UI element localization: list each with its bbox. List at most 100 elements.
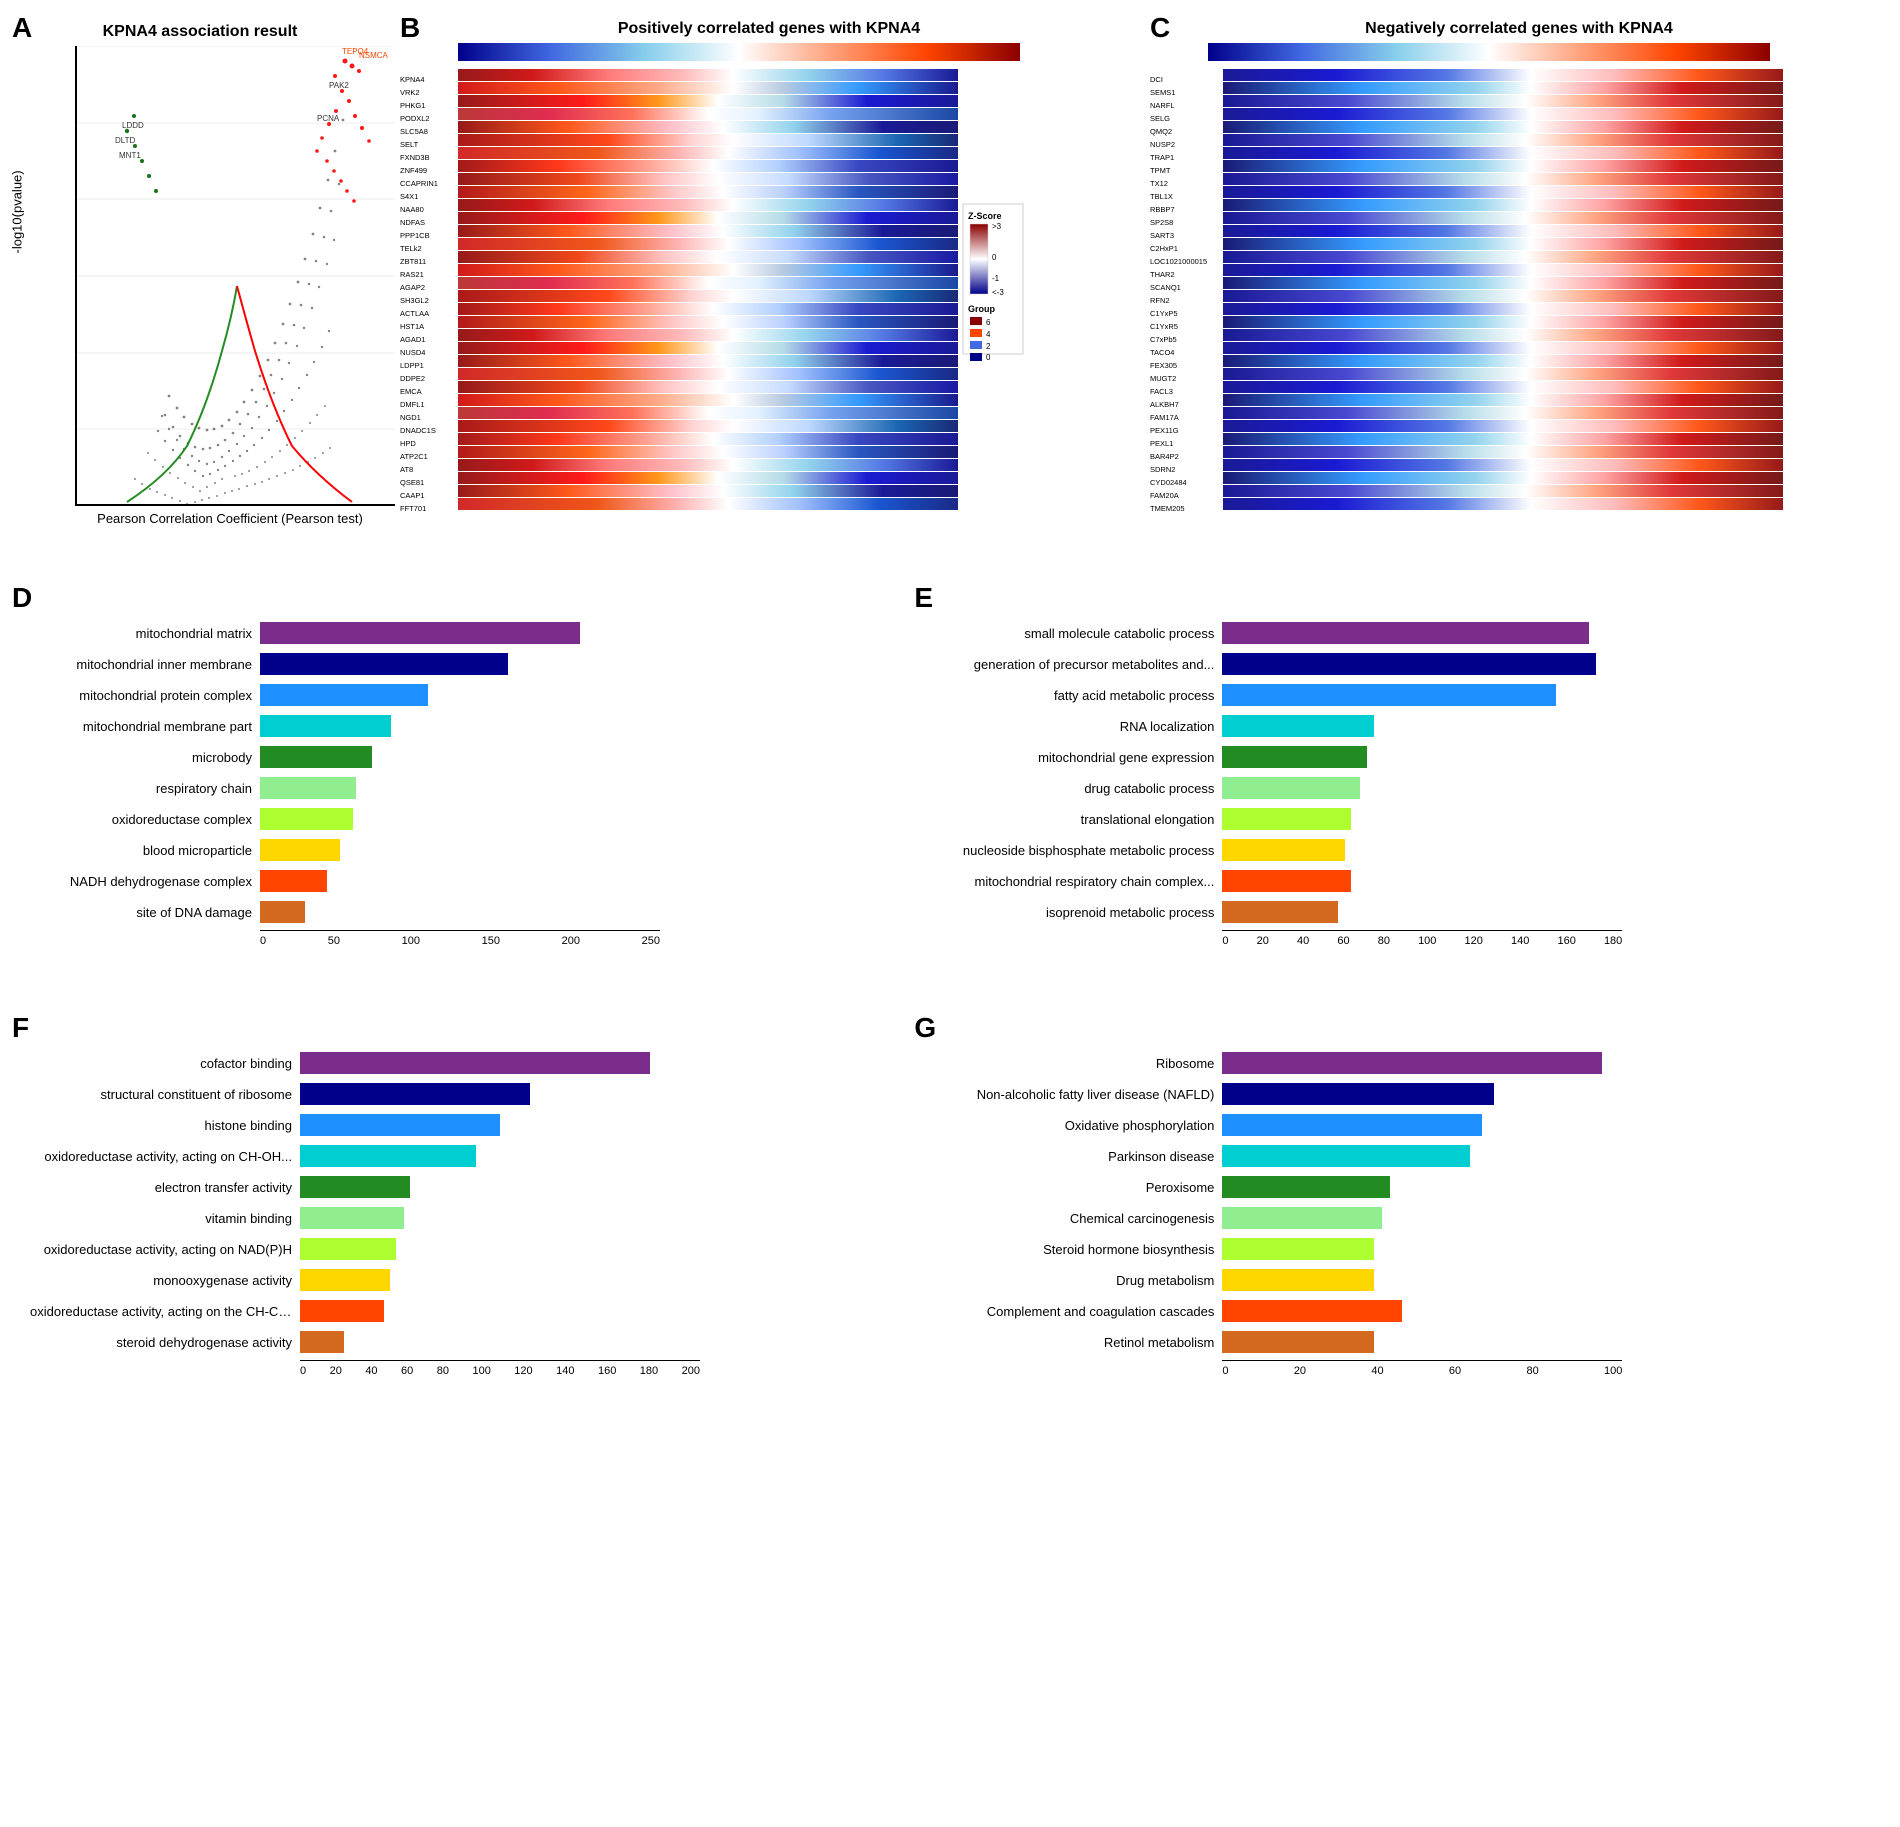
bar-label-F-9: steroid dehydrogenase activity (30, 1335, 300, 1350)
panel-e-label: E (914, 582, 933, 614)
svg-text:CAAP1: CAAP1 (400, 491, 425, 500)
bar-D-0 (260, 622, 580, 644)
bar-D-6 (260, 808, 353, 830)
bar-label-E-8: mitochondrial respiratory chain complex.… (932, 874, 1222, 889)
bar-G-8 (1222, 1300, 1402, 1322)
bar-row-F-7: monooxygenase activity (30, 1267, 902, 1293)
volcano-x-label: Pearson Correlation Coefficient (Pearson… (70, 511, 390, 526)
bar-row-E-3: RNA localization (932, 713, 1880, 739)
axis-tick: 100 (402, 935, 420, 947)
bar-row-G-0: Ribosome (932, 1050, 1880, 1076)
bar-D-7 (260, 839, 340, 861)
bar-label-E-3: RNA localization (932, 719, 1222, 734)
svg-text:0: 0 (986, 353, 991, 362)
svg-text:SLC5A8: SLC5A8 (400, 127, 428, 136)
axis-tick: 80 (437, 1365, 449, 1377)
svg-text:HST1A: HST1A (400, 322, 424, 331)
bar-E-0 (1222, 622, 1589, 644)
bar-row-E-4: mitochondrial gene expression (932, 744, 1880, 770)
panel-f: F cofactor binding structural constituen… (10, 1010, 912, 1430)
svg-text:<-3: <-3 (992, 288, 1004, 297)
svg-text:AGAP2: AGAP2 (400, 283, 425, 292)
panel-f-label: F (12, 1012, 29, 1044)
bar-label-D-1: mitochondrial inner membrane (30, 657, 260, 672)
svg-text:THAR2: THAR2 (1150, 270, 1175, 279)
bar-F-3 (300, 1145, 476, 1167)
bar-G-4 (1222, 1176, 1390, 1198)
svg-text:PODXL2: PODXL2 (400, 114, 430, 123)
svg-text:NAA80: NAA80 (400, 205, 424, 214)
svg-text:C1YxP5: C1YxP5 (1150, 309, 1178, 318)
bar-D-8 (260, 870, 327, 892)
bar-label-E-0: small molecule catabolic process (932, 626, 1222, 641)
axis-tick: 40 (365, 1365, 377, 1377)
svg-text:ATP2C1: ATP2C1 (400, 452, 428, 461)
bar-row-E-0: small molecule catabolic process (932, 620, 1880, 646)
svg-text:KPNA4: KPNA4 (400, 75, 425, 84)
svg-text:FXND3B: FXND3B (400, 153, 430, 162)
svg-text:FAM20A: FAM20A (1150, 491, 1179, 500)
bar-label-D-5: respiratory chain (30, 781, 260, 796)
bar-row-D-1: mitochondrial inner membrane (30, 651, 902, 677)
svg-text:VRK2: VRK2 (400, 88, 420, 97)
bar-label-G-5: Chemical carcinogenesis (932, 1211, 1222, 1226)
panel-a-label: A (12, 12, 32, 44)
panel-d: D mitochondrial matrix mitochondrial inn… (10, 580, 912, 1000)
svg-text:TRAP1: TRAP1 (1150, 153, 1174, 162)
axis-tick: 120 (514, 1365, 532, 1377)
bar-row-G-5: Chemical carcinogenesis (932, 1205, 1880, 1231)
bar-row-D-0: mitochondrial matrix (30, 620, 902, 646)
bar-row-G-2: Oxidative phosphorylation (932, 1112, 1880, 1138)
bar-row-G-6: Steroid hormone biosynthesis (932, 1236, 1880, 1262)
axis-tick: 80 (1526, 1365, 1538, 1377)
svg-text:QSE81: QSE81 (400, 478, 424, 487)
bar-E-9 (1222, 901, 1338, 923)
bar-row-F-6: oxidoreductase activity, acting on NAD(P… (30, 1236, 902, 1262)
bar-label-D-0: mitochondrial matrix (30, 626, 260, 641)
svg-text:LOC1021000015: LOC1021000015 (1150, 257, 1207, 266)
axis-tick: 40 (1297, 935, 1309, 947)
svg-text:LDDD: LDDD (122, 121, 144, 130)
bar-D-5 (260, 777, 356, 799)
bar-G-2 (1222, 1114, 1482, 1136)
axis-tick: 20 (1294, 1365, 1306, 1377)
bar-row-G-7: Drug metabolism (932, 1267, 1880, 1293)
bar-F-1 (300, 1083, 530, 1105)
bar-row-E-5: drug catabolic process (932, 775, 1880, 801)
axis-tick: 200 (682, 1365, 700, 1377)
svg-text:SART3: SART3 (1150, 231, 1174, 240)
svg-text:0: 0 (992, 253, 997, 262)
bar-F-2 (300, 1114, 500, 1136)
bar-label-G-9: Retinol metabolism (932, 1335, 1222, 1350)
svg-text:QMQ2: QMQ2 (1150, 127, 1172, 136)
axis-tick: 160 (1557, 935, 1575, 947)
svg-text:PHKG1: PHKG1 (400, 101, 425, 110)
bar-row-E-9: isoprenoid metabolic process (932, 899, 1880, 925)
svg-text:MUGT2: MUGT2 (1150, 374, 1176, 383)
panel-a-title: KPNA4 association result (10, 18, 390, 41)
bar-row-F-0: cofactor binding (30, 1050, 902, 1076)
svg-text:PAK2: PAK2 (329, 81, 349, 90)
panel-b-title: Positively correlated genes with KPNA4 (398, 15, 1140, 38)
axis-tick: 20 (330, 1365, 342, 1377)
svg-text:RFN2: RFN2 (1150, 296, 1170, 305)
svg-text:PEX11G: PEX11G (1150, 426, 1179, 435)
svg-text:2: 2 (986, 342, 991, 351)
axis-tick: 60 (401, 1365, 413, 1377)
bar-G-0 (1222, 1052, 1602, 1074)
volcano-plot-svg: 0 5 10 15 20 25 30 (75, 46, 395, 506)
svg-text:NARFL: NARFL (1150, 101, 1175, 110)
bar-label-F-7: monooxygenase activity (30, 1273, 300, 1288)
bar-label-G-1: Non-alcoholic fatty liver disease (NAFLD… (932, 1087, 1222, 1102)
svg-text:AT8: AT8 (400, 465, 413, 474)
bar-label-G-3: Parkinson disease (932, 1149, 1222, 1164)
bar-F-6 (300, 1238, 396, 1260)
panel-b: B Positively correlated genes with KPNA4… (398, 10, 1140, 570)
bar-label-F-5: vitamin binding (30, 1211, 300, 1226)
bar-row-F-1: structural constituent of ribosome (30, 1081, 902, 1107)
panel-b-heatmap: KPNA4 VRK2 PHKG1 PODXL2 SLC5A8 SELT FXND… (398, 64, 1140, 524)
bar-row-G-3: Parkinson disease (932, 1143, 1880, 1169)
svg-text:C2HxP1: C2HxP1 (1150, 244, 1178, 253)
panel-c-label: C (1150, 12, 1170, 44)
bar-label-F-4: electron transfer activity (30, 1180, 300, 1195)
